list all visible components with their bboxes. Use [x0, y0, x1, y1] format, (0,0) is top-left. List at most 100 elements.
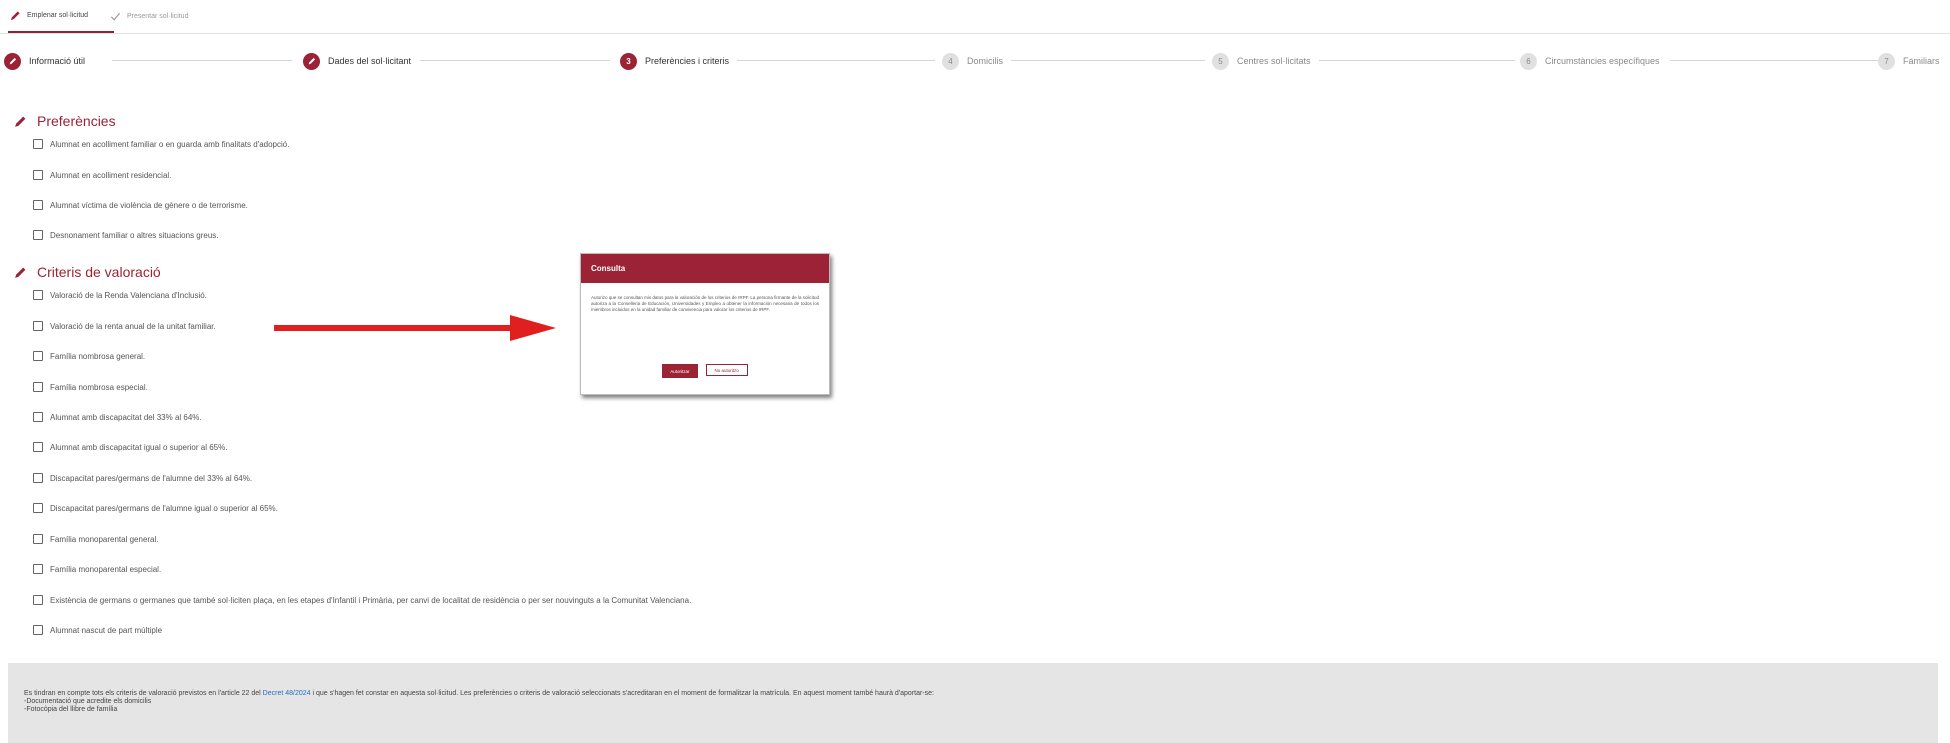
- pencil-icon: [303, 52, 320, 70]
- tab-submit-request[interactable]: Presentar sol·licitud: [110, 0, 220, 33]
- step-connector: [420, 60, 610, 61]
- option-label: Alumnat en acolliment residencial.: [50, 170, 172, 180]
- criteria-option[interactable]: Família monoparental especial.: [33, 564, 161, 574]
- criteria-option[interactable]: Alumnat nascut de part múltiple: [33, 625, 162, 635]
- criteria-option[interactable]: Discapacitat pares/germans de l'alumne i…: [33, 503, 278, 513]
- step-connector: [1290, 60, 1515, 61]
- checkbox[interactable]: [33, 564, 43, 574]
- step-connector: [112, 60, 292, 61]
- dialog-title: Consulta: [581, 254, 829, 283]
- footer-note: Es tindran en compte tots els criteris d…: [24, 690, 934, 714]
- step-connector: [735, 60, 935, 61]
- step-preferencies-criteris[interactable]: 3 Preferències i criteris: [620, 50, 738, 72]
- step-number: 7: [1878, 52, 1895, 70]
- top-tab-bar: Emplenar sol·licitud Presentar sol·licit…: [0, 0, 1950, 34]
- criteria-title: Criteris de valoració: [37, 264, 161, 280]
- step-label: Centres sol·licitats: [1237, 56, 1311, 66]
- pencil-icon: [4, 52, 21, 70]
- step-label: Domicilis: [967, 56, 1003, 66]
- checkbox[interactable]: [33, 290, 43, 300]
- no-authorize-button[interactable]: No autoritzo: [705, 364, 748, 376]
- footer-line: -Fotocòpia del llibre de família: [24, 706, 118, 713]
- option-label: Alumnat nascut de part múltiple: [50, 625, 163, 635]
- checkbox[interactable]: [33, 230, 43, 240]
- pencil-icon: [10, 11, 20, 21]
- preference-option[interactable]: Alumnat en acolliment residencial.: [33, 170, 171, 180]
- option-label: Discapacitat pares/germans de l'alumne d…: [50, 473, 253, 483]
- option-label: Existència de germans o germanes que tam…: [50, 595, 692, 605]
- criteria-option[interactable]: Existència de germans o germanes que tam…: [33, 595, 691, 605]
- step-circumstancies-especifiques[interactable]: 6 Circumstàncies específiques: [1520, 50, 1668, 72]
- checkbox[interactable]: [33, 595, 43, 605]
- footer-text: i que s'hagen fet constar en aquesta sol…: [310, 690, 934, 697]
- option-label: Alumnat amb discapacitat igual o superio…: [50, 442, 228, 452]
- checkbox[interactable]: [33, 534, 43, 544]
- checkbox[interactable]: [33, 503, 43, 513]
- option-label: Desnonament familiar o altres situacions…: [50, 230, 219, 240]
- decree-link[interactable]: Decret 48/2024: [263, 690, 311, 697]
- step-label: Circumstàncies específiques: [1545, 56, 1660, 66]
- checkbox[interactable]: [33, 351, 43, 361]
- option-label: Alumnat víctima de violència de gènere o…: [50, 200, 248, 210]
- tab-fill-request-label: Emplenar sol·licitud: [27, 12, 89, 19]
- option-label: Discapacitat pares/germans de l'alumne i…: [50, 503, 278, 513]
- step-familiars[interactable]: 7 Familiars: [1878, 50, 1948, 72]
- step-label: Informació útil: [29, 56, 86, 66]
- option-label: Família nombrosa general.: [50, 351, 146, 361]
- criteria-option[interactable]: Família monoparental general.: [33, 534, 159, 544]
- criteria-option[interactable]: Alumnat amb discapacitat del 33% al 64%.: [33, 412, 202, 422]
- preferences-title: Preferències: [37, 113, 116, 129]
- checkbox[interactable]: [33, 321, 43, 331]
- checkbox[interactable]: [33, 625, 43, 635]
- step-number: 4: [942, 52, 959, 70]
- checkbox[interactable]: [33, 412, 43, 422]
- option-label: Família nombrosa especial.: [50, 382, 148, 392]
- preference-option[interactable]: Alumnat víctima de violència de gènere o…: [33, 200, 248, 210]
- criteria-option[interactable]: Família nombrosa general.: [33, 351, 145, 361]
- step-number: 5: [1212, 52, 1229, 70]
- checkbox[interactable]: [33, 442, 43, 452]
- footer-line: Es tindran en compte tots els criteris d…: [24, 690, 934, 698]
- authorize-button[interactable]: Autoritzar: [662, 364, 698, 378]
- step-number: 3: [620, 52, 637, 70]
- tab-fill-request[interactable]: Emplenar sol·licitud: [8, 0, 114, 33]
- arrow-right-icon: [274, 315, 556, 341]
- option-label: Valoració de la renta anual de la unitat…: [50, 321, 216, 331]
- checkbox[interactable]: [33, 170, 43, 180]
- stepper: Informació útil Dades del sol·licitant 3…: [0, 50, 1950, 72]
- checkbox[interactable]: [33, 200, 43, 210]
- checkbox[interactable]: [33, 382, 43, 392]
- checkbox[interactable]: [33, 473, 43, 483]
- dialog-message: Autorizo que se consultan mis datos para…: [591, 295, 819, 312]
- step-dades-sollicitant[interactable]: Dades del sol·licitant: [303, 50, 420, 72]
- footer-text: Es tindran en compte tots els criteris d…: [24, 690, 263, 697]
- footer-line: -Documentació que acredite els domicilis: [24, 698, 152, 705]
- option-label: Alumnat en acolliment familiar o en guar…: [50, 139, 290, 149]
- option-label: Valoració de la Renda Valenciana d'Inclu…: [50, 290, 207, 300]
- pencil-icon: [15, 267, 26, 278]
- step-informacio-util[interactable]: Informació útil: [4, 50, 94, 72]
- step-number: 6: [1520, 52, 1537, 70]
- preference-option[interactable]: Desnonament familiar o altres situacions…: [33, 230, 219, 240]
- dialog-actions: Autoritzar No autoritzo: [581, 364, 829, 378]
- criteria-option[interactable]: Valoració de la renta anual de la unitat…: [33, 321, 216, 331]
- step-centres-sollicitats[interactable]: 5 Centres sol·licitats: [1212, 50, 1319, 72]
- step-connector: [1000, 60, 1205, 61]
- step-domicilis[interactable]: 4 Domicilis: [942, 50, 1011, 72]
- info-footer: Es tindran en compte tots els criteris d…: [8, 663, 1938, 743]
- option-label: Família monoparental especial.: [50, 564, 162, 574]
- option-label: Alumnat amb discapacitat del 33% al 64%.: [50, 412, 202, 422]
- criteria-option[interactable]: Discapacitat pares/germans de l'alumne d…: [33, 473, 252, 483]
- criteria-option[interactable]: Valoració de la Renda Valenciana d'Inclu…: [33, 290, 207, 300]
- checkbox[interactable]: [33, 139, 43, 149]
- option-label: Família monoparental general.: [50, 534, 159, 544]
- step-label: Preferències i criteris: [645, 56, 730, 66]
- step-label: Dades del sol·licitant: [328, 56, 412, 66]
- preference-option[interactable]: Alumnat en acolliment familiar o en guar…: [33, 139, 289, 149]
- criteria-option[interactable]: Alumnat amb discapacitat igual o superio…: [33, 442, 227, 452]
- pencil-icon: [15, 116, 26, 127]
- criteria-option[interactable]: Família nombrosa especial.: [33, 382, 148, 392]
- criteria-heading: Criteris de valoració: [14, 264, 161, 280]
- step-label: Familiars: [1903, 56, 1940, 66]
- checkmark-icon: [110, 12, 121, 21]
